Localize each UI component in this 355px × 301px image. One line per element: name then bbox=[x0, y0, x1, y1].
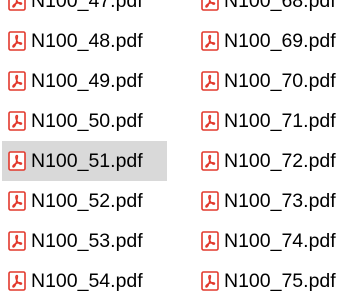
file-name: N100_53.pdf bbox=[31, 229, 143, 252]
file-item[interactable]: N100_52.pdf bbox=[2, 181, 167, 221]
file-item[interactable]: N100_75.pdf bbox=[195, 261, 355, 301]
file-name: N100_72.pdf bbox=[224, 149, 336, 172]
pdf-file-icon bbox=[8, 191, 26, 211]
pdf-file-icon bbox=[8, 271, 26, 291]
file-item[interactable]: N100_48.pdf bbox=[2, 21, 167, 61]
file-item[interactable]: N100_68.pdf bbox=[195, 0, 355, 21]
file-name: N100_68.pdf bbox=[224, 0, 336, 12]
file-name: N100_69.pdf bbox=[224, 29, 336, 52]
file-name: N100_73.pdf bbox=[224, 189, 336, 212]
file-name: N100_70.pdf bbox=[224, 69, 336, 92]
pdf-file-icon bbox=[201, 271, 219, 291]
file-item[interactable]: N100_50.pdf bbox=[2, 101, 167, 141]
file-name: N100_74.pdf bbox=[224, 229, 336, 252]
file-name: N100_47.pdf bbox=[31, 0, 143, 12]
pdf-file-icon bbox=[8, 71, 26, 91]
pdf-file-icon bbox=[201, 0, 219, 11]
file-item[interactable]: N100_70.pdf bbox=[195, 61, 355, 101]
pdf-file-icon bbox=[201, 231, 219, 251]
file-item[interactable]: N100_51.pdf bbox=[2, 141, 167, 181]
file-item[interactable]: N100_72.pdf bbox=[195, 141, 355, 181]
file-item[interactable]: N100_71.pdf bbox=[195, 101, 355, 141]
file-item[interactable]: N100_73.pdf bbox=[195, 181, 355, 221]
file-item[interactable]: N100_49.pdf bbox=[2, 61, 167, 101]
pdf-file-icon bbox=[201, 111, 219, 131]
pdf-file-icon bbox=[201, 31, 219, 51]
pdf-file-icon bbox=[8, 111, 26, 131]
pdf-file-icon bbox=[8, 231, 26, 251]
pdf-file-icon bbox=[8, 151, 26, 171]
file-item[interactable]: N100_69.pdf bbox=[195, 21, 355, 61]
file-item[interactable]: N100_74.pdf bbox=[195, 221, 355, 261]
file-column-left: N100_47.pdf N100_48.pdf N100_49.pdf N100… bbox=[2, 0, 167, 301]
file-name: N100_75.pdf bbox=[224, 269, 336, 292]
pdf-file-icon bbox=[201, 71, 219, 91]
file-name: N100_71.pdf bbox=[224, 109, 336, 132]
file-name: N100_48.pdf bbox=[31, 29, 143, 52]
file-name: N100_54.pdf bbox=[31, 269, 143, 292]
pdf-file-icon bbox=[8, 0, 26, 11]
file-name: N100_49.pdf bbox=[31, 69, 143, 92]
pdf-file-icon bbox=[8, 31, 26, 51]
file-name: N100_50.pdf bbox=[31, 109, 143, 132]
file-item[interactable]: N100_47.pdf bbox=[2, 0, 167, 21]
file-column-right: N100_68.pdf N100_69.pdf N100_70.pdf N100… bbox=[195, 0, 355, 301]
file-item[interactable]: N100_54.pdf bbox=[2, 261, 167, 301]
file-name: N100_52.pdf bbox=[31, 189, 143, 212]
file-item[interactable]: N100_53.pdf bbox=[2, 221, 167, 261]
pdf-file-icon bbox=[201, 191, 219, 211]
pdf-file-icon bbox=[201, 151, 219, 171]
file-name: N100_51.pdf bbox=[31, 149, 143, 172]
